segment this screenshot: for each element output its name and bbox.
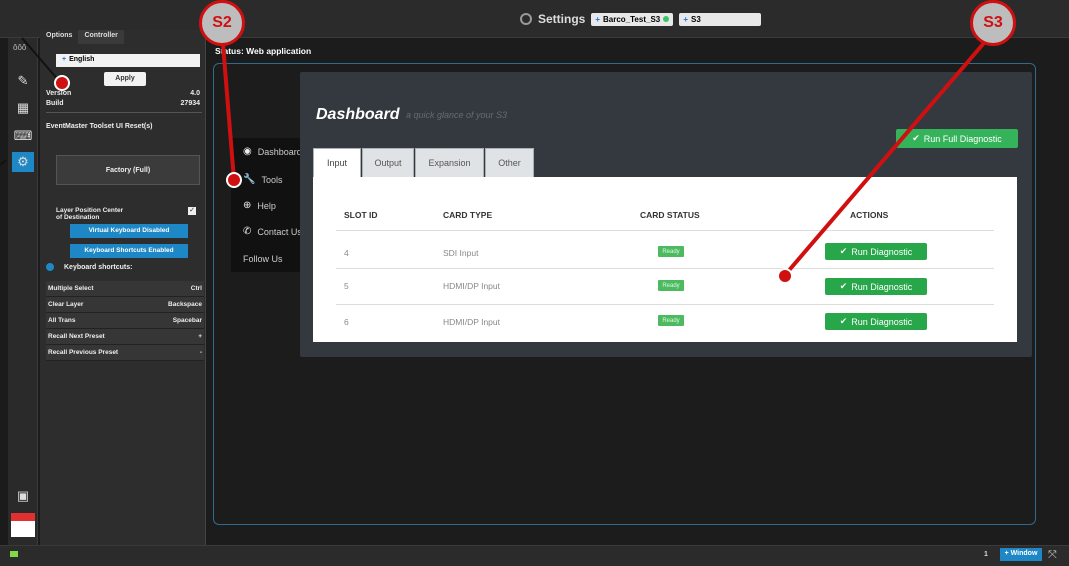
options-pointer-line: [21, 37, 61, 83]
annotation-lines: [0, 31, 992, 277]
s3-pointer-line: [783, 34, 992, 277]
callout-s3: S3: [970, 0, 1016, 46]
tools-marker: [226, 172, 242, 188]
callout-s2: S2: [199, 0, 245, 46]
options-marker: [54, 75, 70, 91]
diagnostic-marker: [777, 268, 793, 284]
s2-pointer-line: [220, 31, 236, 181]
rail-pointer-line: [0, 159, 7, 166]
